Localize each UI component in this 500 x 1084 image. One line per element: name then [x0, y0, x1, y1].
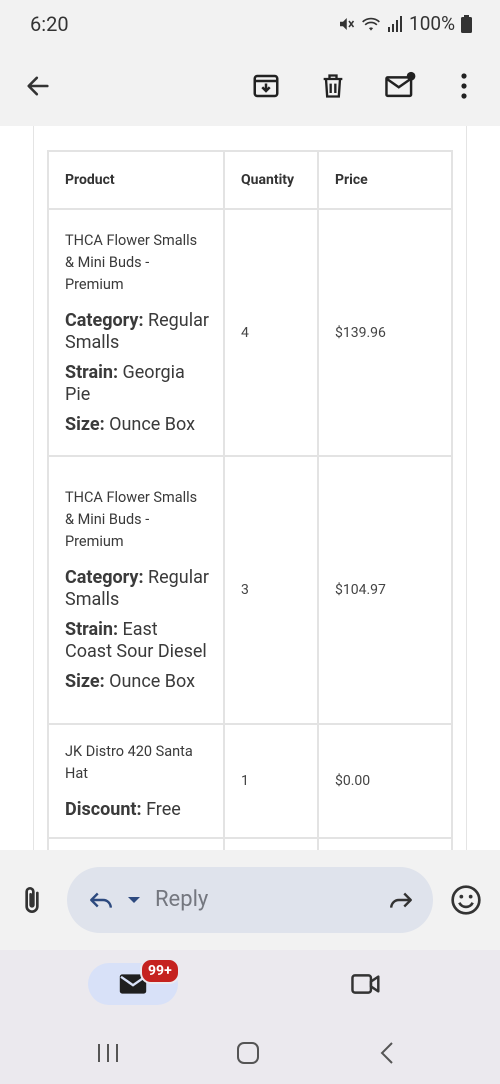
table-row: JK Distro 420 Santa Hat Discount: Free 1…	[49, 725, 451, 837]
mark-unread-button[interactable]	[378, 64, 422, 108]
mail-badge: 99+	[140, 958, 180, 984]
meta-key: Size:	[65, 413, 105, 435]
col-header-quantity: Quantity	[225, 152, 317, 208]
product-meta: Category: Regular Smalls	[65, 310, 209, 354]
mail-unread-icon	[385, 71, 416, 98]
price-cell	[319, 839, 451, 850]
meta-value: Ounce Box	[109, 671, 196, 692]
more-options-button[interactable]	[442, 64, 486, 108]
status-bar: 6:20 100%	[0, 0, 500, 48]
nav-meet-tab[interactable]	[350, 970, 382, 1002]
battery-icon	[461, 14, 472, 33]
product-name: JK Distro 420 Santa Hat	[65, 743, 193, 782]
chevron-left-icon	[380, 1042, 393, 1064]
product-meta: Size: Ounce Box	[65, 671, 209, 693]
product-meta: Discount: Free	[65, 799, 209, 821]
forward-icon	[390, 892, 412, 908]
archive-icon	[253, 74, 279, 98]
archive-button[interactable]	[244, 64, 288, 108]
product-meta: Strain: Georgia Pie	[65, 362, 209, 406]
delete-button[interactable]	[311, 64, 355, 108]
recent-apps-icon	[98, 1044, 118, 1062]
status-time: 6:20	[30, 12, 69, 36]
table-header-row: Product Quantity Price	[49, 152, 451, 208]
meta-value: Ounce Box	[109, 413, 196, 435]
recent-apps-button[interactable]	[96, 1042, 120, 1068]
reply-field[interactable]: Reply	[67, 867, 433, 933]
more-vert-icon	[461, 73, 467, 99]
signal-icon	[388, 15, 403, 32]
wifi-icon	[362, 17, 380, 31]
emoji-icon	[451, 885, 481, 915]
price-cell: $104.97	[319, 457, 451, 723]
product-meta: Size: Ounce Box	[65, 414, 209, 436]
bottom-nav: 99+	[0, 950, 500, 1084]
meta-key: Size:	[65, 671, 105, 692]
video-camera-icon	[351, 974, 380, 994]
product-cell: JK Distro 420 Santa Hat Discount: Free	[49, 725, 223, 837]
app-bar	[0, 48, 500, 126]
reply-icon	[90, 892, 112, 908]
attach-button[interactable]	[16, 884, 48, 922]
quantity-cell: 4	[225, 210, 317, 455]
col-header-product: Product	[49, 152, 223, 208]
meta-key: Strain:	[65, 361, 119, 383]
table-row	[49, 839, 451, 850]
col-header-price: Price	[319, 152, 451, 208]
reply-bar: Reply	[0, 850, 500, 950]
product-cell: THCA Flower Smalls & Mini Buds - Premium…	[49, 210, 223, 455]
order-table: Product Quantity Price THCA Flower Small…	[47, 150, 453, 850]
email-body[interactable]: Product Quantity Price THCA Flower Small…	[0, 126, 500, 850]
product-cell: THCA Flower Smalls & Mini Buds - Premium…	[49, 457, 223, 723]
product-name: THCA Flower Smalls & Mini Buds - Premium	[65, 489, 198, 550]
meta-key: Category:	[65, 309, 144, 331]
system-back-button[interactable]	[378, 1042, 398, 1068]
home-icon	[237, 1042, 259, 1064]
back-button[interactable]	[16, 64, 60, 108]
meta-key: Strain:	[65, 619, 119, 640]
battery-percent: 100%	[409, 12, 455, 35]
product-cell	[49, 839, 223, 850]
trash-icon	[323, 74, 343, 98]
status-icons: 100%	[337, 12, 472, 35]
meta-key: Category:	[65, 567, 144, 588]
meta-key: Discount:	[65, 799, 142, 820]
reply-placeholder: Reply	[155, 887, 209, 912]
table-row: THCA Flower Smalls & Mini Buds - Premium…	[49, 210, 451, 455]
meta-value: Free	[146, 799, 181, 820]
price-cell: $139.96	[319, 210, 451, 455]
quantity-cell	[225, 839, 317, 850]
product-meta: Category: Regular Smalls	[65, 567, 209, 611]
mute-icon	[340, 17, 355, 30]
quantity-cell: 3	[225, 457, 317, 723]
home-button[interactable]	[236, 1042, 260, 1068]
emoji-button[interactable]	[450, 884, 482, 920]
product-name: THCA Flower Smalls & Mini Buds - Premium	[65, 231, 198, 293]
forward-button[interactable]	[387, 887, 415, 917]
price-cell: $0.00	[319, 725, 451, 837]
quantity-cell: 1	[225, 725, 317, 837]
reply-mode-button[interactable]	[87, 887, 143, 917]
paperclip-icon	[25, 887, 39, 913]
table-row: THCA Flower Smalls & Mini Buds - Premium…	[49, 457, 451, 723]
product-meta: Strain: East Coast Sour Diesel	[65, 619, 209, 663]
caret-down-icon	[127, 897, 140, 903]
arrow-left-icon	[27, 76, 49, 96]
